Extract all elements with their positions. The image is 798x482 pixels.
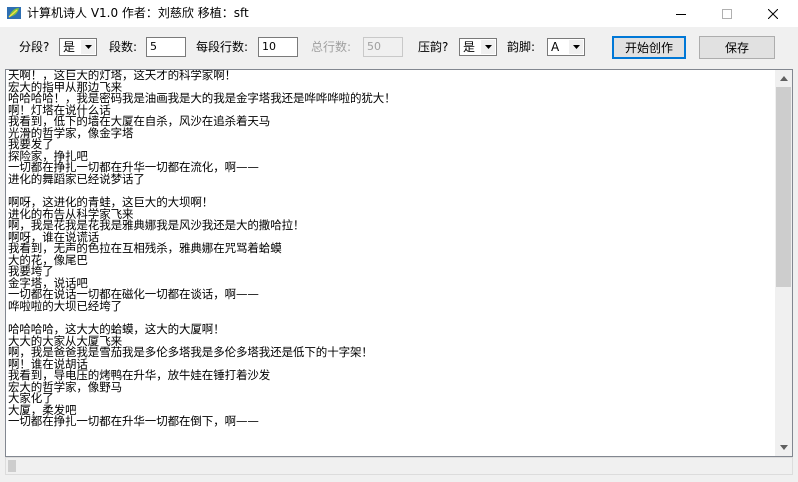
horizontal-scrollbar[interactable] <box>5 457 793 475</box>
start-creation-button[interactable]: 开始创作 <box>612 36 686 59</box>
poem-line: 进化的舞蹈家已经说梦话了 <box>8 171 145 186</box>
sections-label: 段数: <box>109 40 138 54</box>
save-button[interactable]: 保存 <box>699 36 775 59</box>
app-window: 计算机诗人 V1.0 作者：刘慈欣 移植：sft 分段? 是 段数: 5 每段行… <box>0 0 798 482</box>
lines-per-section-input[interactable]: 10 <box>258 37 298 57</box>
rhyme-foot-label: 韵脚: <box>507 40 536 54</box>
poem-line: 哈哈哈哈！，我是密码我是油画我是大的我是金字塔我还是哗哗哗啦的犹大！ <box>8 91 396 106</box>
rhyme-select[interactable]: 是 <box>459 38 497 56</box>
scroll-down-icon[interactable] <box>775 439 792 456</box>
lines-per-section-label: 每段行数: <box>196 40 249 54</box>
window-title: 计算机诗人 V1.0 作者：刘慈欣 移植：sft <box>27 6 249 20</box>
total-lines-input: 50 <box>363 37 403 57</box>
poem-line: 光滑的哲学家，像金字塔 <box>8 125 134 140</box>
poem-line: 我要垮了 <box>8 264 54 279</box>
segment-select[interactable]: 是 <box>59 38 97 56</box>
poem-line: 宏大的哲学家，像野马 <box>8 379 122 394</box>
poem-line: 我看到，无声的色拉在互相残杀，雅典娜在咒骂着蛤蟆 <box>8 241 282 256</box>
poem-line: 啊，我是爸爸我是雪茄我是多伦多塔我是多伦多塔我还是低下的十字架！ <box>8 345 373 360</box>
toolbar: 分段? 是 段数: 5 每段行数: 10 总行数: 50 压韵? 是 韵脚: A <box>0 27 798 67</box>
poem-line: 一切都在说话一切都在磁化一切都在谈话，啊—— <box>8 287 259 302</box>
poem-text: 天啊！，这巨大的灯塔，这天才的科学家啊！ 宏大的指甲从那边飞来 哈哈哈哈！，我是密码… <box>8 70 773 456</box>
title-bar[interactable]: 计算机诗人 V1.0 作者：刘慈欣 移植：sft <box>0 0 798 27</box>
scroll-up-icon[interactable] <box>775 70 792 87</box>
poem-line: 我要发了 <box>8 137 54 152</box>
poem-line: 大家化了 <box>8 391 54 406</box>
total-lines-label: 总行数: <box>311 40 352 54</box>
close-button[interactable] <box>750 0 796 27</box>
maximize-button[interactable] <box>704 0 750 27</box>
rhyme-label: 压韵? <box>418 40 449 54</box>
leaf-app-icon <box>6 5 22 21</box>
chevron-down-icon <box>81 40 95 54</box>
chevron-down-icon <box>481 40 495 54</box>
poem-line: 我看到，导电压的烤鸭在升华，放牛娃在锤打着沙发 <box>8 368 271 383</box>
poem-line: 一切都在挣扎一切都在升华一切都在倒下，啊—— <box>8 414 259 429</box>
poem-line: 哈哈哈哈，这大大的蛤蟆，这大的大厦啊！ <box>8 322 225 337</box>
chevron-down-icon <box>569 40 583 54</box>
poem-line: 大的花，像尾巴 <box>8 252 88 267</box>
poem-line: 啊，我是花我是花我是雅典娜我是风沙我还是大的撒哈拉！ <box>8 218 305 233</box>
sections-input[interactable]: 5 <box>146 37 186 57</box>
vertical-scroll-thumb[interactable] <box>776 87 791 287</box>
minimize-icon <box>676 13 686 15</box>
vertical-scrollbar[interactable] <box>775 70 792 456</box>
poem-textarea[interactable]: 天啊！，这巨大的灯塔，这天才的科学家啊！ 宏大的指甲从那边飞来 哈哈哈哈！，我是密码… <box>5 69 793 457</box>
rhyme-value: 是 <box>463 40 476 54</box>
rhyme-foot-value: A <box>551 40 560 54</box>
poem-line: 天啊！，这巨大的灯塔，这天才的科学家啊！ <box>8 70 236 82</box>
horizontal-scroll-thumb[interactable] <box>8 460 16 472</box>
minimize-button[interactable] <box>658 0 704 27</box>
segment-value: 是 <box>63 40 76 54</box>
segment-label: 分段? <box>19 40 50 54</box>
close-icon <box>768 8 778 19</box>
maximize-icon <box>722 8 732 19</box>
poem-line: 哗啦啦的大坝已经垮了 <box>8 298 122 313</box>
rhyme-foot-select[interactable]: A <box>547 38 585 56</box>
